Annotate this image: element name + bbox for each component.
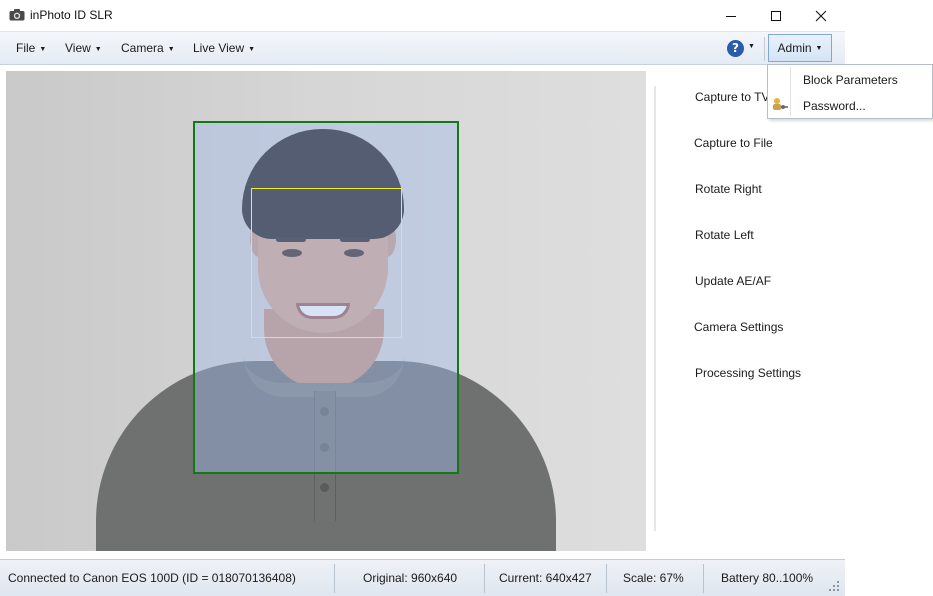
- menu-file[interactable]: File ▼: [16, 41, 46, 55]
- maximize-icon: [771, 10, 781, 21]
- rotate-left-button[interactable]: Rotate Left: [695, 228, 754, 242]
- admin-menu-label: Admin: [777, 41, 812, 55]
- eyes-detection-frame: [251, 188, 402, 338]
- menu-gutter: [790, 67, 791, 116]
- chevron-down-icon: ▼: [815, 44, 823, 52]
- status-original-size: Original: 960x640: [363, 571, 458, 585]
- menu-item-block-parameters[interactable]: Block Parameters: [803, 73, 898, 87]
- main-content: Capture to TV Capture to File Rotate Rig…: [0, 66, 845, 559]
- menu-camera-label: Camera: [121, 41, 164, 55]
- close-icon: [815, 10, 827, 21]
- status-scale: Scale: 67%: [623, 571, 684, 585]
- help-button[interactable]: ? ▼: [727, 40, 757, 58]
- status-separator: [703, 564, 704, 593]
- menu-camera[interactable]: Camera ▼: [121, 41, 175, 55]
- status-battery: Battery 80..100%: [721, 571, 814, 585]
- menu-file-label: File: [16, 41, 36, 55]
- help-icon: ?: [727, 40, 744, 57]
- menu-separator: [764, 37, 765, 61]
- rotate-right-button[interactable]: Rotate Right: [695, 182, 762, 196]
- window-title: inPhoto ID SLR: [30, 8, 113, 22]
- maximize-button[interactable]: [753, 0, 799, 31]
- chevron-down-icon: ▼: [94, 46, 102, 53]
- panel-divider: [654, 86, 656, 531]
- capture-to-file-button[interactable]: Capture to File: [694, 136, 773, 150]
- update-ae-af-button[interactable]: Update AE/AF: [695, 274, 771, 288]
- camera-icon: [9, 9, 25, 21]
- status-separator: [334, 564, 335, 593]
- status-current-size: Current: 640x427: [499, 571, 592, 585]
- chevron-down-icon: ▼: [748, 43, 755, 50]
- minimize-icon: [726, 15, 736, 17]
- camera-settings-button[interactable]: Camera Settings: [694, 320, 783, 334]
- admin-dropdown-menu: Block Parameters Password...: [767, 64, 933, 119]
- menu-view-label: View: [65, 41, 91, 55]
- status-connection: Connected to Canon EOS 100D (ID = 018070…: [8, 571, 296, 585]
- menu-live-view-label: Live View: [193, 41, 245, 55]
- menu-live-view[interactable]: Live View ▼: [193, 41, 255, 55]
- status-separator: [484, 564, 485, 593]
- photo-shirt-button: [320, 483, 329, 492]
- user-key-icon: [773, 98, 788, 110]
- menu-bar: File ▼ View ▼ Camera ▼ Live View ▼ ? ▼: [0, 31, 845, 65]
- chevron-down-icon: ▼: [167, 46, 175, 53]
- processing-settings-button[interactable]: Processing Settings: [695, 366, 801, 380]
- menu-item-password[interactable]: Password...: [803, 99, 866, 113]
- app-window: inPhoto ID SLR File ▼ View ▼ Camera ▼ Live …: [0, 0, 845, 596]
- capture-to-tv-button[interactable]: Capture to TV: [695, 90, 769, 104]
- status-separator: [606, 564, 607, 593]
- minimize-button[interactable]: [708, 0, 754, 31]
- live-view-image[interactable]: [6, 71, 646, 551]
- chevron-down-icon: ▼: [248, 46, 256, 53]
- title-bar: inPhoto ID SLR: [0, 0, 845, 31]
- admin-menu-button[interactable]: Admin ▼: [768, 34, 832, 62]
- resize-grip-icon[interactable]: [828, 580, 840, 592]
- chevron-down-icon: ▼: [39, 46, 47, 53]
- menu-view[interactable]: View ▼: [65, 41, 102, 55]
- status-bar: Connected to Canon EOS 100D (ID = 018070…: [0, 559, 845, 596]
- close-button[interactable]: [798, 0, 844, 31]
